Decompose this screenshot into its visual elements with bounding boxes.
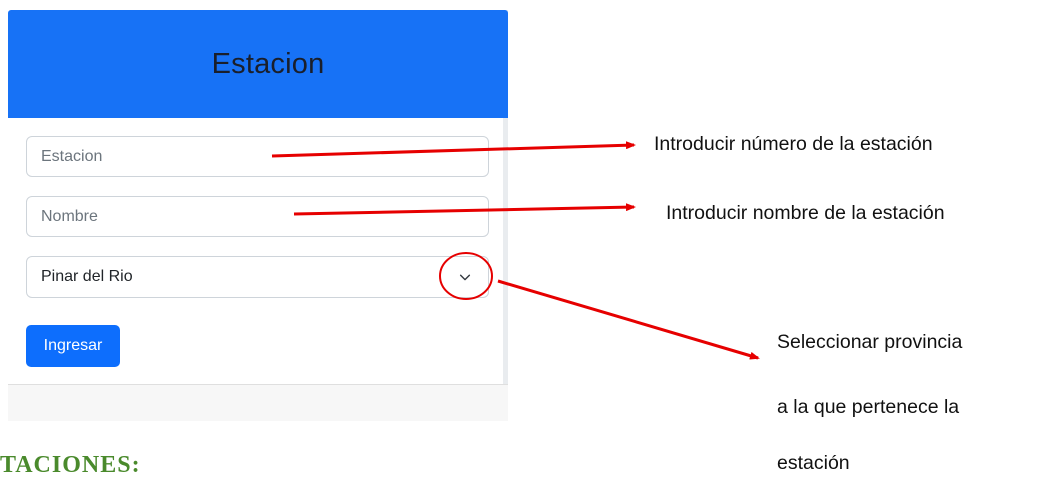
card-title: Estacion xyxy=(211,47,325,80)
annotation-station-name: Introducir nombre de la estación xyxy=(666,202,945,224)
annotation-province-line3: estación xyxy=(777,452,850,474)
arrow-province xyxy=(497,279,760,360)
section-heading-cut: TACIONES: xyxy=(0,452,141,477)
annotation-station-number: Introducir número de la estación xyxy=(654,133,933,155)
annotation-province-line1: Seleccionar provincia xyxy=(777,331,963,353)
submit-button[interactable]: Ingresar xyxy=(26,325,120,367)
province-select-value: Pinar del Rio xyxy=(41,268,133,285)
province-select[interactable]: Pinar del Rio xyxy=(26,256,489,298)
card-footer xyxy=(8,384,508,421)
station-number-input[interactable] xyxy=(26,136,489,177)
document-page: Estacion Pinar del Rio Ingresar Introduc… xyxy=(0,0,1048,477)
chevron-down-icon[interactable] xyxy=(458,270,472,284)
annotation-province-line2: a la que pertenece la xyxy=(777,396,960,418)
card-header: Estacion xyxy=(8,10,508,118)
station-form-card: Estacion Pinar del Rio Ingresar xyxy=(8,10,508,421)
station-name-input[interactable] xyxy=(26,196,489,237)
